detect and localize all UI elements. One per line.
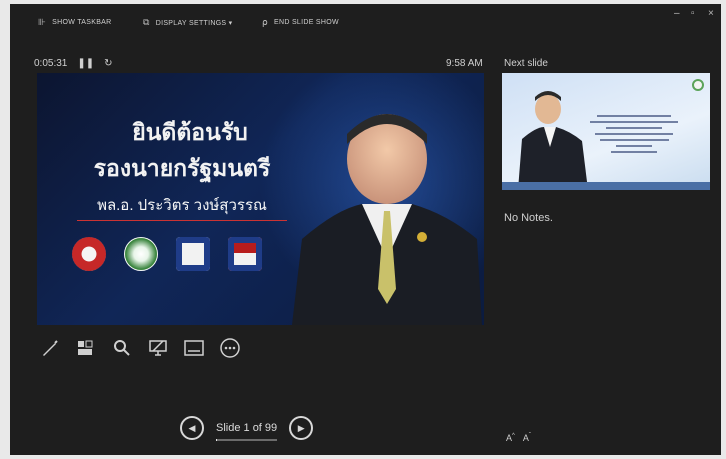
black-screen-icon[interactable] bbox=[148, 338, 168, 358]
presenter-toolbar: ⊪ SHOW TASKBAR ⧉ DISPLAY SETTINGS ▾ ⍴ EN… bbox=[10, 4, 721, 40]
restore-button[interactable]: ▫ bbox=[691, 8, 695, 19]
slide-counter-text: Slide 1 of 99 bbox=[216, 422, 278, 434]
next-slide-emblem-icon bbox=[692, 79, 704, 91]
next-slide-footer bbox=[502, 182, 710, 190]
chevron-left-icon: ◀ bbox=[188, 422, 196, 433]
more-options-icon[interactable] bbox=[220, 338, 240, 358]
slide-progress-track bbox=[216, 439, 278, 441]
next-slide-label: Next slide bbox=[504, 58, 548, 69]
person-photo bbox=[292, 114, 482, 325]
close-button[interactable]: × bbox=[708, 8, 714, 19]
show-taskbar-label: SHOW TASKBAR bbox=[52, 19, 112, 26]
pause-icon[interactable]: ❚❚ bbox=[77, 58, 94, 69]
pen-icon[interactable] bbox=[40, 338, 60, 358]
restart-timer-icon[interactable]: ↻ bbox=[104, 58, 112, 69]
display-settings-icon: ⧉ bbox=[143, 17, 150, 27]
slide-name: พล.อ. ประวิตร วงษ์สุวรรณ bbox=[97, 197, 267, 214]
current-slide[interactable]: ยินดีต้อนรับ รองนายกรัฐมนตรี พล.อ. ประวิ… bbox=[37, 73, 484, 325]
slide-counter[interactable]: Slide 1 of 99 bbox=[216, 422, 278, 441]
taskbar-icon: ⊪ bbox=[38, 17, 47, 27]
elapsed-time: 0:05:31 bbox=[34, 58, 68, 69]
timer: 0:05:31 ❚❚ ↻ bbox=[34, 58, 113, 69]
slide-divider bbox=[77, 220, 287, 221]
end-slide-show-label: END SLIDE SHOW bbox=[274, 19, 339, 26]
display-settings-label: DISPLAY SETTINGS ▾ bbox=[155, 19, 233, 27]
slide-title-line1: ยินดีต้อนรับ bbox=[132, 119, 248, 145]
subtitles-icon[interactable] bbox=[184, 338, 204, 358]
increase-font-icon[interactable]: A^ bbox=[506, 433, 515, 443]
red-seal-logo bbox=[72, 237, 106, 271]
next-slide-button[interactable]: ▶ bbox=[289, 416, 314, 440]
zoom-slides-icon[interactable] bbox=[76, 338, 96, 358]
end-slide-show-button[interactable]: ⍴ END SLIDE SHOW bbox=[262, 17, 339, 28]
display-settings-button[interactable]: ⧉ DISPLAY SETTINGS ▾ bbox=[143, 17, 232, 28]
slide-tools bbox=[40, 338, 240, 358]
clock: 9:58 AM bbox=[446, 58, 483, 69]
chevron-right-icon: ▶ bbox=[297, 422, 305, 433]
next-slide-text-lines bbox=[588, 111, 680, 157]
speaker-notes[interactable]: No Notes. bbox=[504, 212, 553, 224]
logo-row bbox=[72, 237, 262, 271]
next-slide-person bbox=[518, 91, 588, 190]
slide-navigation: ◀ Slide 1 of 99 ▶ bbox=[180, 416, 314, 441]
slide-progress-fill bbox=[216, 439, 217, 441]
slide-title-line2: รองนายกรัฐมนตรี bbox=[93, 155, 271, 181]
next-slide-preview[interactable] bbox=[502, 73, 710, 190]
blue-shield-logo bbox=[176, 237, 210, 271]
green-seal-logo bbox=[124, 237, 158, 271]
previous-slide-button[interactable]: ◀ bbox=[180, 416, 204, 440]
show-taskbar-button[interactable]: ⊪ SHOW TASKBAR bbox=[38, 17, 112, 28]
magnifier-icon[interactable] bbox=[112, 338, 132, 358]
decrease-font-icon[interactable]: Aˇ bbox=[523, 433, 531, 443]
presenter-view: ⊪ SHOW TASKBAR ⧉ DISPLAY SETTINGS ▾ ⍴ EN… bbox=[10, 4, 721, 455]
end-show-icon: ⍴ bbox=[262, 17, 269, 27]
notes-font-size: A^ Aˇ bbox=[506, 433, 531, 443]
minimize-button[interactable]: – bbox=[674, 8, 680, 19]
red-blue-shield-logo bbox=[228, 237, 262, 271]
